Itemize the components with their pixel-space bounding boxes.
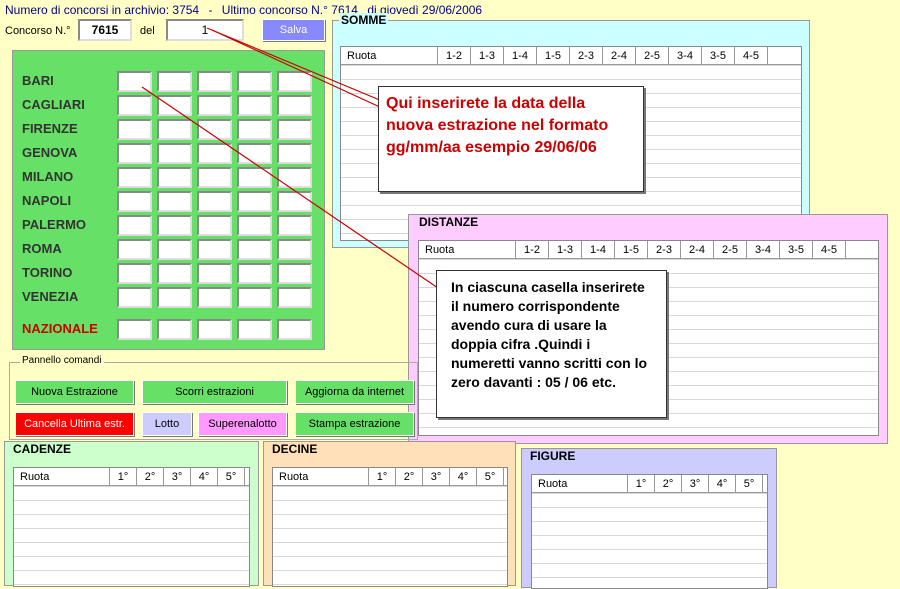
nuova-estrazione-button[interactable]: Nuova Estrazione [15,380,134,404]
figure-col-header: Ruota [532,475,628,492]
figure-col-header: 5° [736,475,763,492]
superenalotto-button[interactable]: Superenalotto [198,412,287,436]
cancella-ultima-button[interactable]: Cancella Ultima estr. [15,412,134,436]
decine-header-row: Ruota 1° 2° 3° 4° 5° [273,468,507,486]
cadenze-grid[interactable]: Ruota 1° 2° 3° 4° 5° [13,467,250,587]
decine-grid[interactable]: Ruota 1° 2° 3° 4° 5° [272,467,508,587]
decine-col-header: 5° [477,468,504,485]
figure-col-header: 1° [628,475,655,492]
cadenze-col-header: 4° [191,468,218,485]
scorri-estrazioni-button[interactable]: Scorri estrazioni [142,380,287,404]
cadenze-col-header: 1° [110,468,137,485]
cadenze-body [14,486,249,586]
figure-col-header: 3° [682,475,709,492]
figure-title: FIGURE [528,449,578,463]
cadenze-col-header: 5° [218,468,245,485]
decine-col-header: 3° [423,468,450,485]
figure-header-row: Ruota 1° 2° 3° 4° 5° [532,475,767,493]
lotto-button[interactable]: Lotto [142,412,192,436]
aggiorna-internet-button[interactable]: Aggiorna da internet [295,380,414,404]
cadenze-col-header: 3° [164,468,191,485]
stampa-estrazione-button[interactable]: Stampa estrazione [295,412,414,436]
figure-grid[interactable]: Ruota 1° 2° 3° 4° 5° [531,474,768,589]
decine-body [273,486,507,586]
decine-col-header: 1° [369,468,396,485]
decine-col-header: 2° [396,468,423,485]
decine-col-header: Ruota [273,468,369,485]
cadenze-title: CADENZE [11,442,74,456]
cadenze-header-row: Ruota 1° 2° 3° 4° 5° [14,468,249,486]
cadenze-col-header: Ruota [14,468,110,485]
callout-line-date-1 [206,27,383,102]
numbers-hint-callout: In ciascuna casella inserirete il numero… [436,270,667,418]
decine-title: DECINE [270,442,320,456]
cadenze-col-header: 2° [137,468,164,485]
date-hint-callout: Qui inserirete la data della nuova estra… [378,86,644,192]
figure-col-header: 4° [709,475,736,492]
callout-line-date-2 [211,29,383,109]
decine-col-header: 4° [450,468,477,485]
figure-body [532,493,767,588]
command-panel-legend: Pannello comandi [20,355,104,366]
figure-col-header: 2° [655,475,682,492]
